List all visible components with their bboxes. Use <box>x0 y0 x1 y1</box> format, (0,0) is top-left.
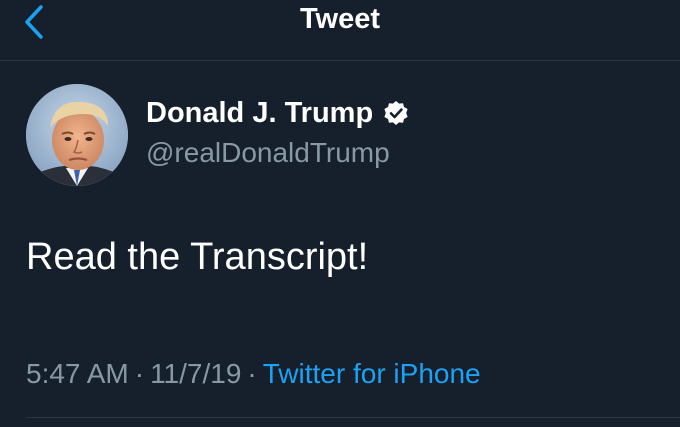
tweet-date: 11/7/19 <box>150 358 242 389</box>
navigation-bar: Tweet <box>0 0 680 61</box>
tweet-metadata: 5:47 AM · 11/7/19 · Twitter for iPhone <box>26 357 481 391</box>
author-name-row[interactable]: Donald J. Trump <box>146 96 409 130</box>
tweet-source-link[interactable]: Twitter for iPhone <box>263 358 481 389</box>
profile-photo <box>26 84 128 186</box>
tweet-text: Read the Transcript! <box>26 236 369 278</box>
meta-separator: · <box>134 358 145 389</box>
author-display-name[interactable]: Donald J. Trump <box>146 96 373 130</box>
divider <box>26 417 680 418</box>
meta-separator: · <box>247 358 257 389</box>
tweet-detail: Donald J. Trump @realDonaldTrump Read th… <box>0 61 680 427</box>
page-title: Tweet <box>299 3 381 35</box>
tweet-time: 5:47 AM <box>26 358 129 389</box>
author-handle[interactable]: @realDonaldTrump <box>146 136 390 170</box>
avatar[interactable] <box>26 84 128 186</box>
verified-badge-icon <box>384 101 408 125</box>
